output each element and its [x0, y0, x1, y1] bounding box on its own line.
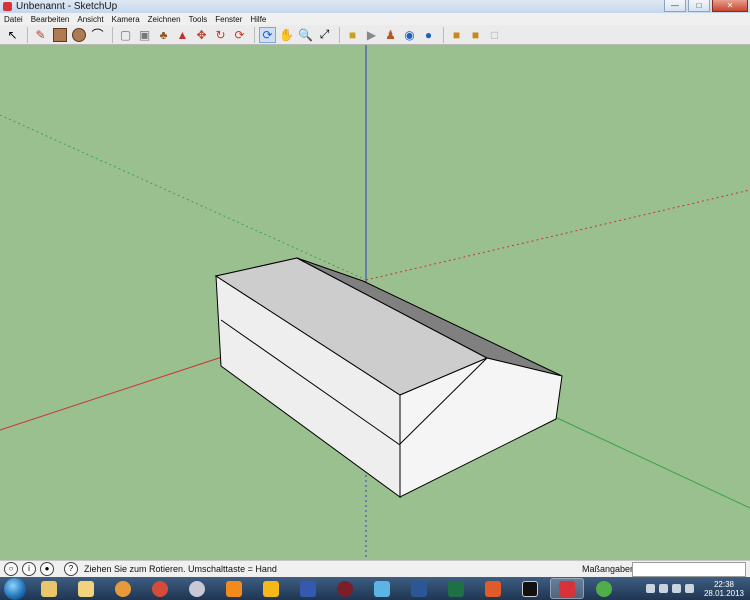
sketchup-app-icon	[3, 2, 12, 11]
toolbar: ↖ ✎ ⌒ ▢ ▣ ♣ ▲ ✥ ↻ ⟳ ⟳ ✋ 🔍 ⤢ ■ ▶ ♟ ◉ ● ■ …	[0, 25, 750, 45]
status-message: Ziehen Sie zum Rotieren. Umschalttaste =…	[84, 564, 277, 574]
drawing-viewport[interactable]	[0, 45, 750, 560]
menu-bearbeiten[interactable]: Bearbeiten	[27, 15, 74, 24]
taskbar-app-cmd[interactable]	[513, 578, 547, 599]
taskbar-app-word[interactable]	[402, 578, 436, 599]
start-button[interactable]	[4, 577, 26, 600]
window-controls: — □ ✕	[664, 0, 748, 12]
tray-icon[interactable]	[646, 584, 655, 593]
extension-icon[interactable]: □	[486, 27, 503, 43]
menu-tools[interactable]: Tools	[185, 15, 212, 24]
taskbar-app-ie[interactable]	[365, 578, 399, 599]
status-bar: ○ i ● ? Ziehen Sie zum Rotieren. Umschal…	[0, 560, 750, 577]
rotate-icon[interactable]: ↻	[212, 27, 229, 43]
measurements-input[interactable]	[632, 562, 746, 577]
user-icon[interactable]: ●	[40, 562, 54, 576]
taskbar-app-other[interactable]	[587, 578, 621, 599]
make-component-icon[interactable]: ▣	[136, 27, 153, 43]
clock[interactable]: 22:38 28.01.2013	[698, 580, 750, 598]
taskbar-app-chrome[interactable]	[143, 578, 177, 599]
menu-fenster[interactable]: Fenster	[211, 15, 246, 24]
taskbar-app-fox[interactable]	[476, 578, 510, 599]
arc-icon[interactable]: ⌒	[89, 27, 106, 43]
look-around-icon[interactable]: ◉	[401, 27, 418, 43]
taskbar-app-explorer[interactable]	[32, 578, 66, 599]
tray-icon[interactable]	[659, 584, 668, 593]
measurements-label: Maßangaben	[582, 564, 636, 574]
minimize-icon[interactable]: —	[664, 0, 686, 12]
move-icon[interactable]: ✥	[193, 27, 210, 43]
windows-taskbar: 22:38 28.01.2013	[0, 577, 750, 600]
toolbar-separator	[27, 26, 28, 43]
taskbar-app-tool[interactable]	[254, 578, 288, 599]
menu-kamera[interactable]: Kamera	[108, 15, 144, 24]
maximize-icon[interactable]: □	[688, 0, 710, 12]
clock-time: 22:38	[713, 579, 735, 589]
model-canvas[interactable]	[0, 45, 750, 560]
pan-icon[interactable]: ✋	[278, 27, 295, 43]
toolbar-separator	[254, 26, 255, 43]
system-tray: 22:38 28.01.2013	[646, 577, 750, 600]
help-icon[interactable]: ?	[64, 562, 78, 576]
menu-bar: Datei Bearbeiten Ansicht Kamera Zeichnen…	[0, 13, 750, 25]
menu-hilfe[interactable]: Hilfe	[246, 15, 270, 24]
menu-datei[interactable]: Datei	[0, 15, 27, 24]
tape-measure-icon[interactable]: ■	[344, 27, 361, 43]
walk-icon[interactable]: ♟	[382, 27, 399, 43]
clock-date: 28.01.2013	[703, 588, 745, 598]
taskbar-app-vlc[interactable]	[217, 578, 251, 599]
orbit-icon[interactable]: ⟳	[259, 26, 276, 43]
zoom-icon[interactable]: 🔍	[297, 27, 314, 43]
toolbar-separator	[443, 26, 444, 43]
taskbar-app-recorder[interactable]	[328, 578, 362, 599]
toolbar-separator	[339, 26, 340, 43]
window-title: Unbenannt - SketchUp	[16, 1, 118, 12]
pencil-icon[interactable]: ✎	[32, 27, 49, 43]
taskbar-app-dvd[interactable]	[180, 578, 214, 599]
rectangle-icon[interactable]	[51, 27, 68, 43]
get-models-icon[interactable]: ■	[448, 27, 465, 43]
taskbar-app-media[interactable]	[106, 578, 140, 599]
text-icon[interactable]: ▶	[363, 27, 380, 43]
volume-icon[interactable]	[685, 584, 694, 593]
push-pull-icon[interactable]: ▲	[174, 27, 191, 43]
select-icon[interactable]: ↖	[4, 27, 21, 43]
menu-zeichnen[interactable]: Zeichnen	[144, 15, 185, 24]
toolbar-separator	[112, 26, 113, 43]
follow-me-icon[interactable]: ⟳	[231, 27, 248, 43]
menu-ansicht[interactable]: Ansicht	[73, 15, 107, 24]
circle-icon[interactable]	[70, 27, 87, 43]
geo-location-icon[interactable]: ○	[4, 562, 18, 576]
paint-bucket-icon[interactable]: ♣	[155, 27, 172, 43]
zoom-extents-icon[interactable]: ⤢	[316, 27, 333, 43]
share-model-icon[interactable]: ■	[467, 27, 484, 43]
network-icon[interactable]	[672, 584, 681, 593]
taskbar-app-excel[interactable]	[439, 578, 473, 599]
close-icon[interactable]: ✕	[712, 0, 748, 12]
taskbar-app-powerdvd[interactable]	[291, 578, 325, 599]
position-camera-icon[interactable]: ●	[420, 27, 437, 43]
taskbar-app-sketchup[interactable]	[550, 578, 584, 599]
title-bar: Unbenannt - SketchUp — □ ✕	[0, 0, 750, 14]
taskbar-app-folder[interactable]	[69, 578, 103, 599]
credits-icon[interactable]: i	[22, 562, 36, 576]
eraser-icon[interactable]: ▢	[117, 27, 134, 43]
